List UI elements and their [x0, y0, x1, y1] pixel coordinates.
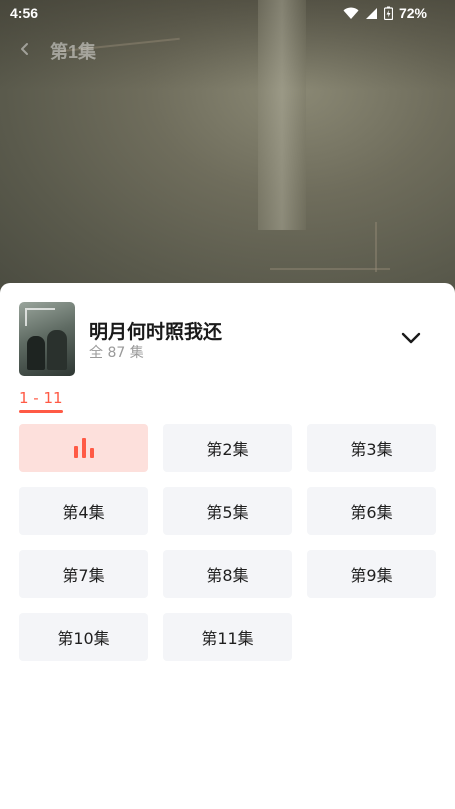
episode-count: 全 87 集 — [89, 345, 144, 361]
episode-button[interactable]: 第3集 — [307, 424, 436, 472]
episode-button[interactable]: 第6集 — [307, 487, 436, 535]
episode-sheet: 明月何时照我还 全 87 集 1 - 11 第2集 第3集 第4集 第5集 第6… — [0, 283, 455, 809]
chevron-down-icon[interactable] — [398, 327, 424, 349]
episode-button[interactable]: 第7集 — [19, 550, 148, 598]
episode-button[interactable]: 第8集 — [163, 550, 292, 598]
tab-range-1-11[interactable]: 1 - 11 — [19, 389, 63, 407]
tab-selected-indicator — [19, 410, 63, 413]
status-bar: 4:56 72% — [0, 0, 455, 26]
episode-button[interactable]: 第10集 — [19, 613, 148, 661]
now-playing-icon — [73, 438, 94, 458]
show-cover-image — [19, 302, 75, 376]
episode-title: 第1集 — [50, 42, 97, 62]
episode-grid: 第2集 第3集 第4集 第5集 第6集 第7集 第8集 第9集 第10集 第11… — [19, 424, 436, 661]
show-title: 明月何时照我还 — [89, 321, 223, 343]
status-time: 4:56 — [10, 5, 39, 21]
episode-button[interactable]: 第11集 — [163, 613, 292, 661]
battery-percent: 72% — [398, 5, 427, 21]
episode-1-button[interactable] — [19, 424, 148, 472]
battery-icon — [383, 6, 393, 20]
episode-button[interactable]: 第5集 — [163, 487, 292, 535]
player-top-bar: 第1集 — [0, 34, 455, 66]
back-icon[interactable] — [14, 38, 36, 60]
video-frame-detail — [270, 268, 390, 270]
wifi-icon — [343, 7, 359, 19]
episode-button[interactable]: 第2集 — [163, 424, 292, 472]
episode-button[interactable]: 第9集 — [307, 550, 436, 598]
signal-icon — [365, 7, 377, 19]
video-frame-detail — [375, 222, 377, 272]
episode-button[interactable]: 第4集 — [19, 487, 148, 535]
